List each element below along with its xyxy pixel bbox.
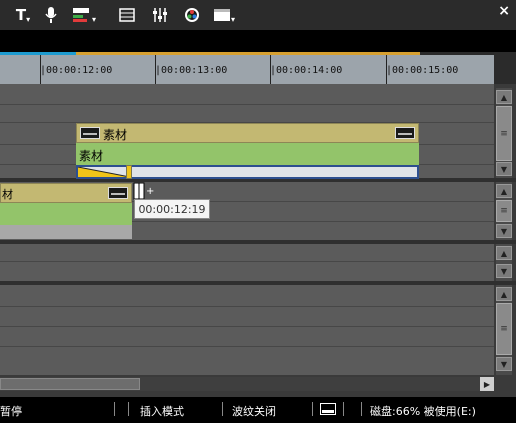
track-group-separator bbox=[0, 240, 516, 244]
track-group1-scrollbar[interactable]: ▲ ≡ ▼ bbox=[496, 88, 512, 178]
track-overlay-button[interactable]: ▾ bbox=[70, 5, 98, 25]
chevron-down-icon: ▾ bbox=[91, 14, 96, 24]
track-divider bbox=[0, 261, 494, 262]
status-divider bbox=[128, 402, 129, 416]
ruler-label: |00:00:14:00 bbox=[270, 65, 343, 76]
svg-text:+: + bbox=[146, 186, 154, 197]
window-layout-button[interactable]: ▾ bbox=[209, 5, 239, 25]
hscroll-thumb[interactable] bbox=[0, 378, 140, 390]
clip-title: 素材 bbox=[103, 128, 128, 142]
in-range-marker bbox=[0, 52, 76, 55]
scroll-down-button[interactable]: ▼ bbox=[496, 224, 512, 238]
timecode-ruler[interactable]: |00:00:12:00 |00:00:13:00 |00:00:14:00 |… bbox=[0, 52, 494, 84]
lower-clip-body[interactable] bbox=[0, 203, 132, 225]
lower-clip-header[interactable]: 材 bbox=[0, 183, 132, 203]
video-clip-body[interactable]: 素材 bbox=[76, 143, 419, 165]
timeline-toolbar: T ▾ ▾ ▾ × bbox=[0, 0, 516, 30]
lower-audio-clip[interactable] bbox=[0, 225, 132, 239]
scroll-down-button[interactable]: ▼ bbox=[496, 264, 512, 278]
scroll-thumb[interactable]: ≡ bbox=[496, 106, 512, 161]
scroll-down-button[interactable]: ▼ bbox=[496, 357, 512, 371]
status-divider bbox=[343, 402, 344, 416]
track-divider bbox=[0, 104, 494, 105]
chevron-down-icon: ▾ bbox=[26, 14, 31, 24]
toolbar-spacer bbox=[0, 30, 516, 52]
window-monitor-icon[interactable] bbox=[320, 403, 336, 415]
scroll-up-button[interactable]: ▲ bbox=[496, 246, 512, 260]
ruler-label: |00:00:15:00 bbox=[386, 65, 459, 76]
track-group2-scrollbar[interactable]: ▲ ≡ ▼ bbox=[496, 182, 512, 240]
voiceover-button[interactable] bbox=[43, 5, 59, 25]
status-divider bbox=[222, 402, 223, 416]
ruler-label: |00:00:12:00 bbox=[40, 65, 113, 76]
color-correct-icon bbox=[185, 8, 199, 22]
ruler-corner bbox=[494, 52, 516, 84]
clip-end-thumbnail-icon bbox=[395, 127, 415, 139]
window-layout-icon bbox=[213, 9, 230, 21]
scroll-up-button[interactable]: ▲ bbox=[496, 287, 512, 301]
scroll-right-button[interactable]: ▶ bbox=[480, 377, 494, 391]
status-ripple[interactable]: 波纹关闭 bbox=[232, 403, 276, 419]
title-tool-button[interactable]: T ▾ bbox=[12, 5, 34, 25]
timeline-hscrollbar[interactable]: ▶ bbox=[0, 377, 494, 391]
scroll-thumb[interactable]: ≡ bbox=[496, 303, 512, 355]
audio-mixer-button[interactable] bbox=[151, 5, 169, 25]
clip-end-thumbnail-icon bbox=[108, 187, 128, 199]
microphone-icon bbox=[45, 7, 57, 23]
trim-handle[interactable] bbox=[126, 165, 132, 179]
status-playback: 暂停 bbox=[0, 405, 22, 418]
track-divider bbox=[0, 326, 494, 327]
clip-label: 素材 bbox=[79, 149, 104, 163]
chevron-down-icon: ▾ bbox=[230, 14, 235, 24]
scroll-thumb[interactable]: ≡ bbox=[496, 200, 512, 222]
selection-range-marker bbox=[76, 52, 420, 55]
track-group-separator bbox=[0, 281, 516, 285]
scroll-down-button[interactable]: ▼ bbox=[496, 162, 512, 176]
status-insert-mode[interactable]: 插入模式 bbox=[140, 403, 184, 419]
multicam-button[interactable] bbox=[118, 5, 136, 25]
close-icon[interactable]: × bbox=[498, 3, 510, 19]
audio-fade-in-ramp[interactable] bbox=[78, 167, 130, 177]
ruler-label: |00:00:13:00 bbox=[155, 65, 228, 76]
clip-title-partial: 材 bbox=[2, 188, 13, 201]
overlay-track-icon bbox=[72, 8, 89, 22]
audio-mixer-icon bbox=[153, 8, 167, 22]
clip-thumbnail-icon bbox=[80, 127, 100, 139]
scroll-up-button[interactable]: ▲ bbox=[496, 90, 512, 104]
status-disk-usage: 磁盘:66% 被使用(E:) bbox=[370, 405, 476, 418]
track-divider bbox=[0, 346, 494, 347]
video-clip-header[interactable]: 素材 bbox=[76, 123, 419, 143]
text-title-icon: T bbox=[15, 6, 27, 24]
track-group4-scrollbar[interactable]: ▲ ≡ ▼ bbox=[496, 285, 512, 375]
multicam-icon bbox=[119, 8, 135, 22]
track-group3-scrollbar[interactable]: ▲ ▼ bbox=[496, 244, 512, 281]
status-divider bbox=[361, 402, 362, 416]
status-divider bbox=[312, 402, 313, 416]
track-divider bbox=[0, 306, 494, 307]
scroll-up-button[interactable]: ▲ bbox=[496, 184, 512, 198]
status-divider bbox=[114, 402, 115, 416]
color-correction-button[interactable] bbox=[183, 5, 201, 25]
status-bar: 暂停 插入模式 波纹关闭 磁盘:66% 被使用(E:) bbox=[0, 397, 516, 423]
timecode-tooltip: 00:00:12:19 bbox=[134, 199, 210, 219]
